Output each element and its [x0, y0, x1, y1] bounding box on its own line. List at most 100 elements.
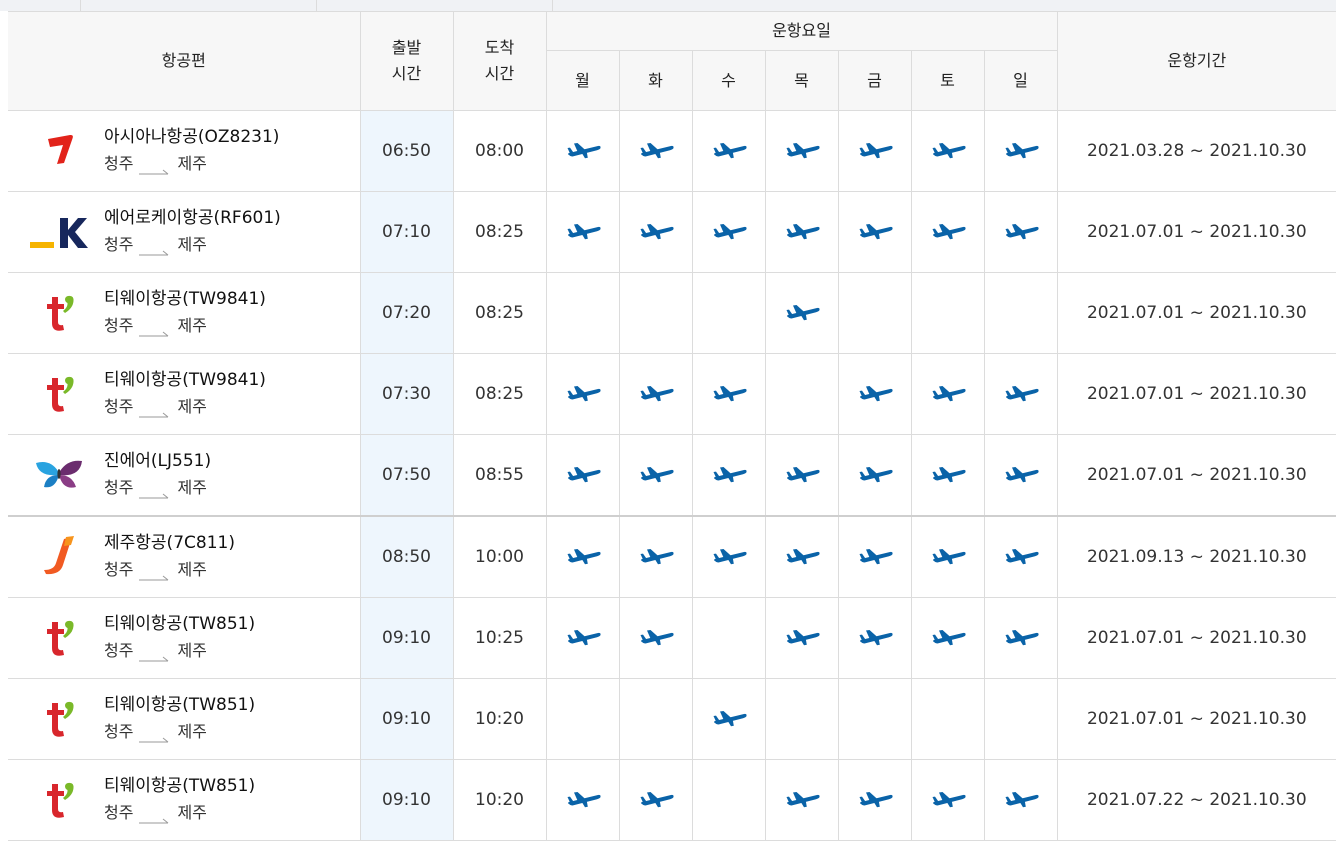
- top-tab-strip: [0, 0, 1336, 11]
- departure-time: 08:50: [359, 515, 454, 598]
- departure-time: 07:30: [359, 353, 454, 435]
- day-cell-wed: [691, 353, 766, 435]
- day-cell-mon: [545, 272, 620, 354]
- operating-period: 2021.07.01 ~ 2021.10.30: [1056, 272, 1336, 354]
- day-cell-sat: [910, 759, 985, 841]
- day-cell-sun: [983, 110, 1058, 192]
- airplane-icon: [638, 786, 674, 810]
- header-day-wed: 수: [691, 50, 766, 111]
- route-origin: 청주: [104, 235, 134, 254]
- day-cell-wed: [691, 434, 766, 517]
- day-cell-sun: [983, 434, 1058, 517]
- day-cell-fri: [837, 434, 912, 517]
- route-destination: 제주: [177, 316, 207, 335]
- top-tab-segment: [0, 0, 81, 11]
- departure-time: 09:10: [359, 678, 454, 760]
- airplane-icon: [930, 380, 966, 404]
- tway-logo-icon: [30, 776, 88, 824]
- flight-name: 진에어(LJ551): [104, 451, 212, 471]
- day-cell-mon: [545, 597, 620, 679]
- airplane-icon: [565, 137, 601, 161]
- header-day-sun: 일: [983, 50, 1058, 111]
- header-operating-period: 운항기간: [1056, 11, 1336, 111]
- day-cell-mon: [545, 353, 620, 435]
- route-destination: 제주: [177, 722, 207, 741]
- route-destination: 제주: [177, 235, 207, 254]
- airplane-icon: [857, 380, 893, 404]
- airplane-icon: [565, 461, 601, 485]
- day-cell-sat: [910, 597, 985, 679]
- flight-cell: 제주항공(7C811) 청주 제주: [8, 515, 361, 598]
- day-cell-tue: [618, 191, 693, 273]
- day-cell-thu: [764, 353, 839, 435]
- header-day-fri: 금: [837, 50, 912, 111]
- flight-route: 청주 제주: [104, 558, 235, 582]
- route-arrow-icon: [139, 565, 171, 581]
- airplane-icon: [1003, 218, 1039, 242]
- route-arrow-icon: [139, 240, 171, 256]
- table-row: 진에어(LJ551) 청주 제주 07:50 08:55 2021.07.01 ~ 202…: [8, 434, 1336, 517]
- route-origin: 청주: [104, 803, 134, 822]
- header-operating-days: 운항요일: [545, 11, 1058, 51]
- flight-route: 청주 제주: [104, 395, 266, 419]
- airplane-icon: [784, 543, 820, 567]
- route-arrow-icon: [139, 646, 171, 662]
- arrival-time: 10:20: [452, 759, 547, 841]
- header-arrival-time: 도착 시간: [452, 11, 547, 111]
- day-cell-sat: [910, 353, 985, 435]
- airplane-icon: [565, 786, 601, 810]
- flight-name: 제주항공(7C811): [104, 533, 235, 553]
- day-cell-mon: [545, 759, 620, 841]
- day-cell-fri: [837, 515, 912, 598]
- airplane-icon: [1003, 786, 1039, 810]
- day-cell-wed: [691, 191, 766, 273]
- tway-logo-icon: [30, 289, 88, 337]
- route-origin: 청주: [104, 641, 134, 660]
- day-cell-sat: [910, 110, 985, 192]
- departure-time: 09:10: [359, 597, 454, 679]
- route-origin: 청주: [104, 722, 134, 741]
- tway-logo-icon: [30, 614, 88, 662]
- day-cell-fri: [837, 597, 912, 679]
- airplane-icon: [784, 137, 820, 161]
- day-cell-fri: [837, 759, 912, 841]
- airplane-icon: [784, 786, 820, 810]
- flight-schedule-table: 항공편 출발 시간 도착 시간 운항요일 운항기간 월 화 수 목 금 토 일 아시…: [8, 11, 1336, 841]
- day-cell-wed: [691, 110, 766, 192]
- day-cell-tue: [618, 515, 693, 598]
- day-cell-mon: [545, 678, 620, 760]
- flight-cell: 티웨이항공(TW9841) 청주 제주: [8, 272, 361, 354]
- route-destination: 제주: [177, 641, 207, 660]
- route-arrow-icon: [139, 159, 171, 175]
- jejuair-logo-icon: [30, 533, 88, 581]
- airplane-icon: [1003, 543, 1039, 567]
- airplane-icon: [857, 543, 893, 567]
- flight-cell: 티웨이항공(TW851) 청주 제주: [8, 759, 361, 841]
- airplane-icon: [711, 380, 747, 404]
- day-cell-thu: [764, 678, 839, 760]
- airplane-icon: [638, 218, 674, 242]
- airplane-icon: [784, 624, 820, 648]
- route-origin: 청주: [104, 397, 134, 416]
- arrival-time: 10:20: [452, 678, 547, 760]
- day-cell-tue: [618, 353, 693, 435]
- operating-period: 2021.07.01 ~ 2021.10.30: [1056, 191, 1336, 273]
- airplane-icon: [930, 137, 966, 161]
- route-origin: 청주: [104, 316, 134, 335]
- airplane-icon: [930, 218, 966, 242]
- day-cell-mon: [545, 191, 620, 273]
- day-cell-thu: [764, 597, 839, 679]
- day-cell-sat: [910, 191, 985, 273]
- day-cell-mon: [545, 515, 620, 598]
- day-cell-fri: [837, 353, 912, 435]
- day-cell-sun: [983, 597, 1058, 679]
- day-cell-sat: [910, 515, 985, 598]
- day-cell-sun: [983, 191, 1058, 273]
- airplane-icon: [857, 786, 893, 810]
- airplane-icon: [784, 299, 820, 323]
- operating-period: 2021.07.01 ~ 2021.10.30: [1056, 353, 1336, 435]
- day-cell-thu: [764, 434, 839, 517]
- airplane-icon: [1003, 624, 1039, 648]
- day-cell-tue: [618, 434, 693, 517]
- airplane-icon: [711, 137, 747, 161]
